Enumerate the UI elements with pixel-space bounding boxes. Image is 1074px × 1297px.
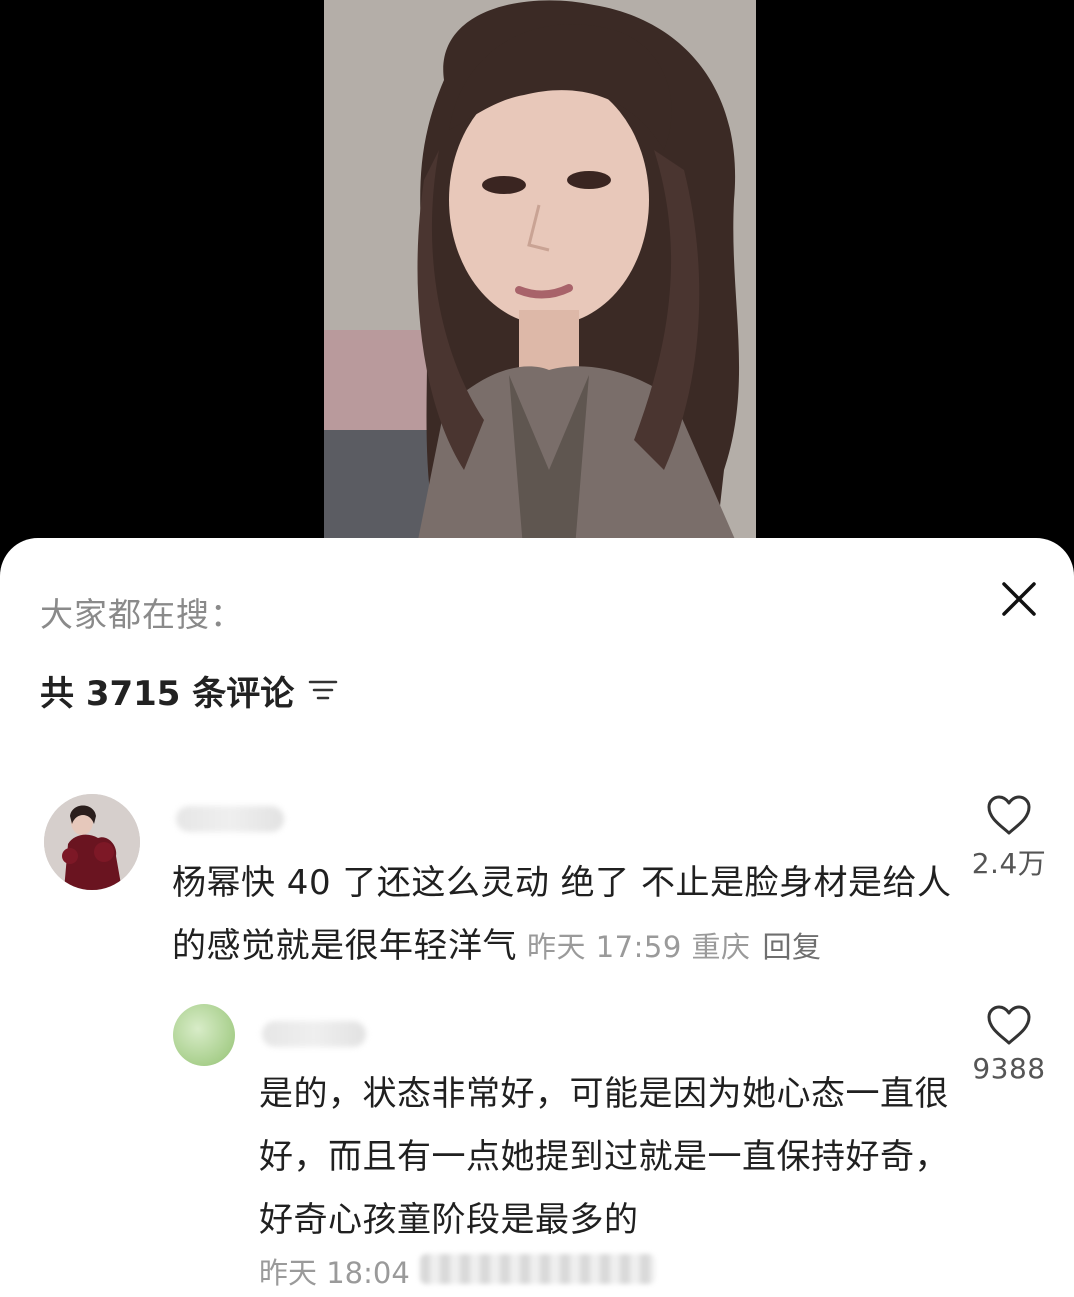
comment-sheet: 大家都在搜： 共 3715 条评论 杨幂快 40 了还这么灵动 绝了 不止是脸身… <box>0 538 1074 1297</box>
comment-body: 杨幂快 40 了还这么灵动 绝了 不止是脸身材是给人的感觉就是很年轻洋气 昨天 1… <box>172 852 962 979</box>
sort-filter-icon[interactable] <box>308 671 338 711</box>
heart-icon <box>987 1005 1031 1045</box>
video-thumbnail <box>324 0 756 560</box>
like-count: 9388 <box>972 1052 1046 1085</box>
search-hint-label[interactable]: 大家都在搜： <box>40 588 244 636</box>
video-frame[interactable] <box>324 0 756 560</box>
reply-comment-body: 是的，状态非常好，可能是因为她心态一直很好，而且有一点她提到过就是一直保持好奇，… <box>259 1063 949 1252</box>
location-blurred <box>420 1254 655 1284</box>
like-count: 2.4万 <box>971 847 1047 880</box>
comment-count-row[interactable]: 共 3715 条评论 <box>40 666 338 715</box>
comment-text: 是的，状态非常好，可能是因为她心态一直很好，而且有一点她提到过就是一直保持好奇，… <box>259 1074 949 1240</box>
avatar[interactable] <box>44 794 140 890</box>
close-icon <box>1002 582 1036 616</box>
reply-button[interactable]: 回复 <box>763 930 822 964</box>
comment-meta: 昨天 17:59 重庆 <box>527 930 751 964</box>
heart-icon <box>987 795 1031 835</box>
comment-count-label: 共 3715 条评论 <box>40 674 295 714</box>
like-button[interactable]: 9388 <box>964 1004 1054 1085</box>
video-player[interactable] <box>0 0 1074 560</box>
like-button[interactable]: 2.4万 <box>964 794 1054 882</box>
username-blurred[interactable] <box>176 806 284 832</box>
avatar[interactable] <box>173 1004 235 1066</box>
comment-meta: 昨天 18:04 <box>259 1256 410 1290</box>
username-blurred[interactable] <box>262 1021 366 1047</box>
close-button[interactable] <box>996 576 1042 622</box>
